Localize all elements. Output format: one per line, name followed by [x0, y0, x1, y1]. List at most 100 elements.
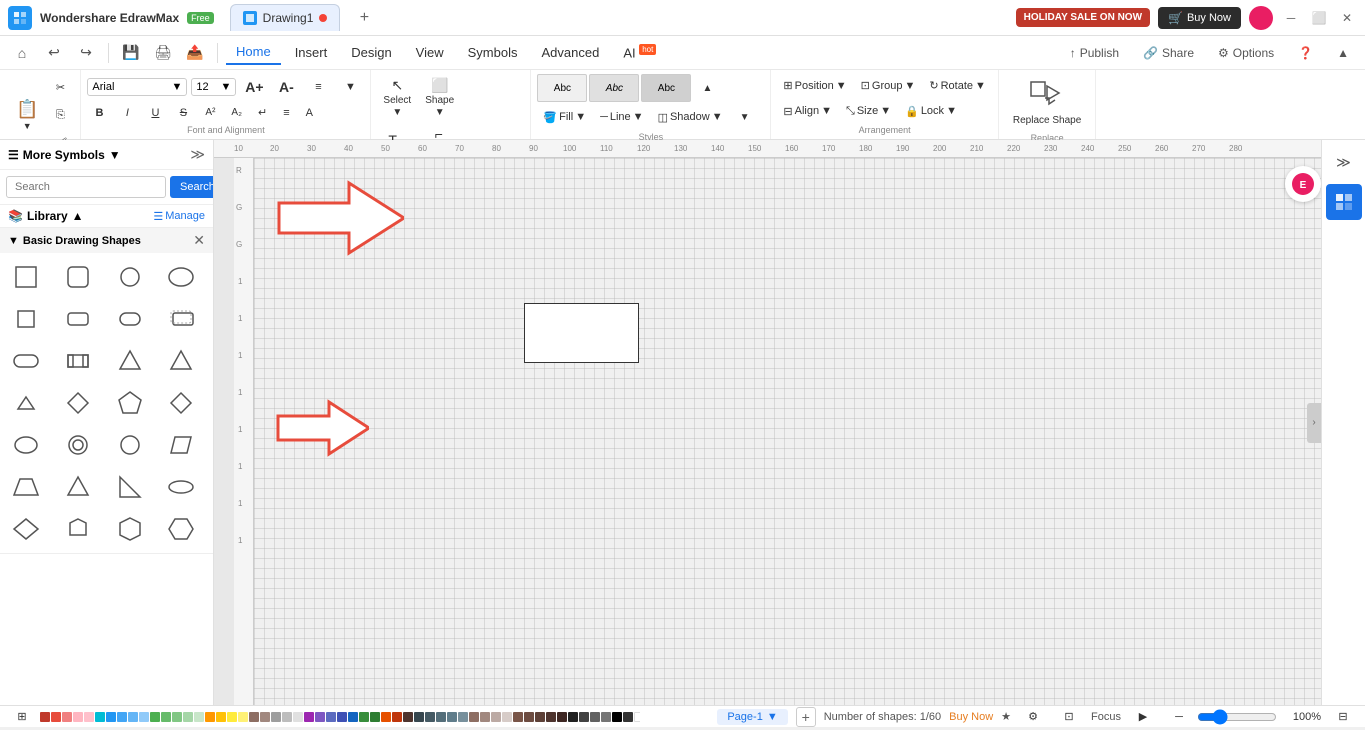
- color-swatch-green5[interactable]: [194, 712, 204, 722]
- color-swatch-grey3[interactable]: [293, 712, 303, 722]
- underline-button[interactable]: U: [143, 104, 167, 122]
- color-swatch-grey[interactable]: [271, 712, 281, 722]
- small-arrow-shape[interactable]: [274, 398, 369, 461]
- shape-right-triangle[interactable]: [108, 467, 152, 507]
- color-swatch-blueGrey2[interactable]: [425, 712, 435, 722]
- shape-triangle[interactable]: [108, 341, 152, 381]
- shape-hexagon[interactable]: [108, 509, 152, 549]
- new-tab-button[interactable]: +: [352, 6, 376, 30]
- color-swatch-orange[interactable]: [205, 712, 215, 722]
- zoom-slider[interactable]: [1197, 709, 1277, 725]
- color-swatch-brown6[interactable]: [491, 712, 501, 722]
- color-swatch-indigo2[interactable]: [337, 712, 347, 722]
- color-swatch-purple[interactable]: [304, 712, 314, 722]
- canvas-area[interactable]: 10 20 30 40 50 60 70 80 90 100 110 120 1…: [214, 140, 1321, 705]
- shape-rounded-rect[interactable]: [56, 257, 100, 297]
- buy-now-button[interactable]: 🛒 Buy Now: [1158, 7, 1241, 29]
- shape-pentagon[interactable]: [108, 383, 152, 423]
- menu-ai[interactable]: AI hot: [613, 41, 666, 64]
- statusbar-grid-button[interactable]: ⊞: [8, 704, 36, 730]
- save-button[interactable]: 💾: [117, 39, 145, 67]
- color-swatch-cyan[interactable]: [95, 712, 105, 722]
- search-input[interactable]: [6, 176, 166, 198]
- font-family-select[interactable]: Arial ▼: [87, 78, 187, 96]
- menu-advanced[interactable]: Advanced: [531, 41, 609, 64]
- publish-button[interactable]: ↑ Publish: [1062, 42, 1127, 64]
- canvas-background[interactable]: E: [254, 158, 1321, 705]
- color-swatch-brown12[interactable]: [557, 712, 567, 722]
- play-button[interactable]: ▶: [1129, 704, 1157, 730]
- superscript-button[interactable]: A²: [199, 104, 221, 121]
- color-swatch-green[interactable]: [150, 712, 160, 722]
- minimize-button[interactable]: ─: [1281, 8, 1301, 28]
- fill-button[interactable]: 🪣 Fill ▼: [537, 108, 592, 127]
- style-preview-2[interactable]: Abc: [589, 74, 639, 102]
- options-button[interactable]: ⚙ Options: [1210, 42, 1282, 64]
- color-swatch-deepPurple[interactable]: [315, 712, 325, 722]
- maximize-button[interactable]: ⬜: [1309, 8, 1329, 28]
- color-swatch-blue3[interactable]: [139, 712, 149, 722]
- color-swatch-blueGrey[interactable]: [414, 712, 424, 722]
- export-button[interactable]: 📤: [181, 39, 209, 67]
- bold-button[interactable]: B: [87, 104, 111, 122]
- color-swatch-blueGrey5[interactable]: [458, 712, 468, 722]
- color-swatch-red-dark[interactable]: [40, 712, 50, 722]
- color-swatch-green3[interactable]: [172, 712, 182, 722]
- menu-insert[interactable]: Insert: [285, 41, 338, 64]
- menu-home[interactable]: Home: [226, 40, 281, 65]
- color-swatch-pink[interactable]: [84, 712, 94, 722]
- color-swatch-brown11[interactable]: [546, 712, 556, 722]
- color-swatch-darkBlue[interactable]: [348, 712, 358, 722]
- color-swatch-grey6[interactable]: [601, 712, 611, 722]
- line-button[interactable]: ─ Line ▼: [594, 108, 649, 126]
- color-swatch-lightpink[interactable]: [73, 712, 83, 722]
- menu-symbols[interactable]: Symbols: [458, 41, 528, 64]
- color-swatch-brown3[interactable]: [403, 712, 413, 722]
- page-1-tab[interactable]: Page-1 ▼: [717, 709, 787, 725]
- fit-page-button[interactable]: ⊟: [1329, 704, 1357, 730]
- shapes-section-close-button[interactable]: ✕: [193, 232, 205, 249]
- color-swatch-green4[interactable]: [183, 712, 193, 722]
- cut-button[interactable]: ✂: [46, 74, 74, 100]
- styles-scroll-down[interactable]: ▼: [731, 104, 759, 130]
- shape-rect-rounded2[interactable]: [108, 299, 152, 339]
- shape-button[interactable]: ⬜ Shape ▼: [419, 74, 460, 121]
- lock-button[interactable]: 🔒 Lock ▼: [899, 102, 963, 121]
- shape-pentagon-2[interactable]: [56, 509, 100, 549]
- menu-view[interactable]: View: [406, 41, 454, 64]
- text-align-dropdown-button[interactable]: ▼: [336, 74, 364, 100]
- zoom-out-button[interactable]: ─: [1165, 704, 1193, 730]
- close-button[interactable]: ✕: [1337, 8, 1357, 28]
- color-swatch-blue[interactable]: [106, 712, 116, 722]
- color-swatch-brown[interactable]: [249, 712, 259, 722]
- shape-triangle-2[interactable]: [56, 467, 100, 507]
- shape-trapezoid[interactable]: [4, 467, 48, 507]
- add-page-button[interactable]: +: [796, 707, 816, 727]
- color-swatch-brown2[interactable]: [260, 712, 270, 722]
- size-button[interactable]: ⤡ Size ▼: [840, 102, 897, 121]
- shape-oval[interactable]: [159, 257, 203, 297]
- shape-ellipse-small[interactable]: [4, 425, 48, 465]
- styles-scroll-up[interactable]: ▲: [693, 75, 721, 101]
- color-swatch-darkGreen[interactable]: [359, 712, 369, 722]
- shape-hexagon-2[interactable]: [159, 509, 203, 549]
- canvas-content[interactable]: R G G 1 1 1 1 1 1 1 1: [234, 158, 1321, 705]
- shape-circle-outline[interactable]: [108, 257, 152, 297]
- shape-rhombus[interactable]: [159, 383, 203, 423]
- replace-shape-button[interactable]: Replace Shape: [1005, 74, 1089, 131]
- collapse-ribbon-button[interactable]: ▲: [1329, 42, 1357, 64]
- strikethrough-button[interactable]: S: [171, 104, 195, 122]
- shape-square[interactable]: [4, 257, 48, 297]
- color-swatch-deepOrange2[interactable]: [392, 712, 402, 722]
- italic-button[interactable]: I: [115, 104, 139, 122]
- position-button[interactable]: ⊞ Position ▼: [777, 76, 852, 95]
- align-button[interactable]: ⊟ Align ▼: [777, 102, 838, 121]
- color-swatch-indigo[interactable]: [326, 712, 336, 722]
- color-swatch-lightblue[interactable]: [117, 712, 127, 722]
- color-swatch-white[interactable]: [634, 712, 640, 722]
- color-swatch-brown8[interactable]: [513, 712, 523, 722]
- focus-mode-button[interactable]: ⊡: [1055, 704, 1083, 730]
- color-swatch-darkGreen2[interactable]: [370, 712, 380, 722]
- color-swatch-brown5[interactable]: [480, 712, 490, 722]
- shape-square-small[interactable]: [4, 299, 48, 339]
